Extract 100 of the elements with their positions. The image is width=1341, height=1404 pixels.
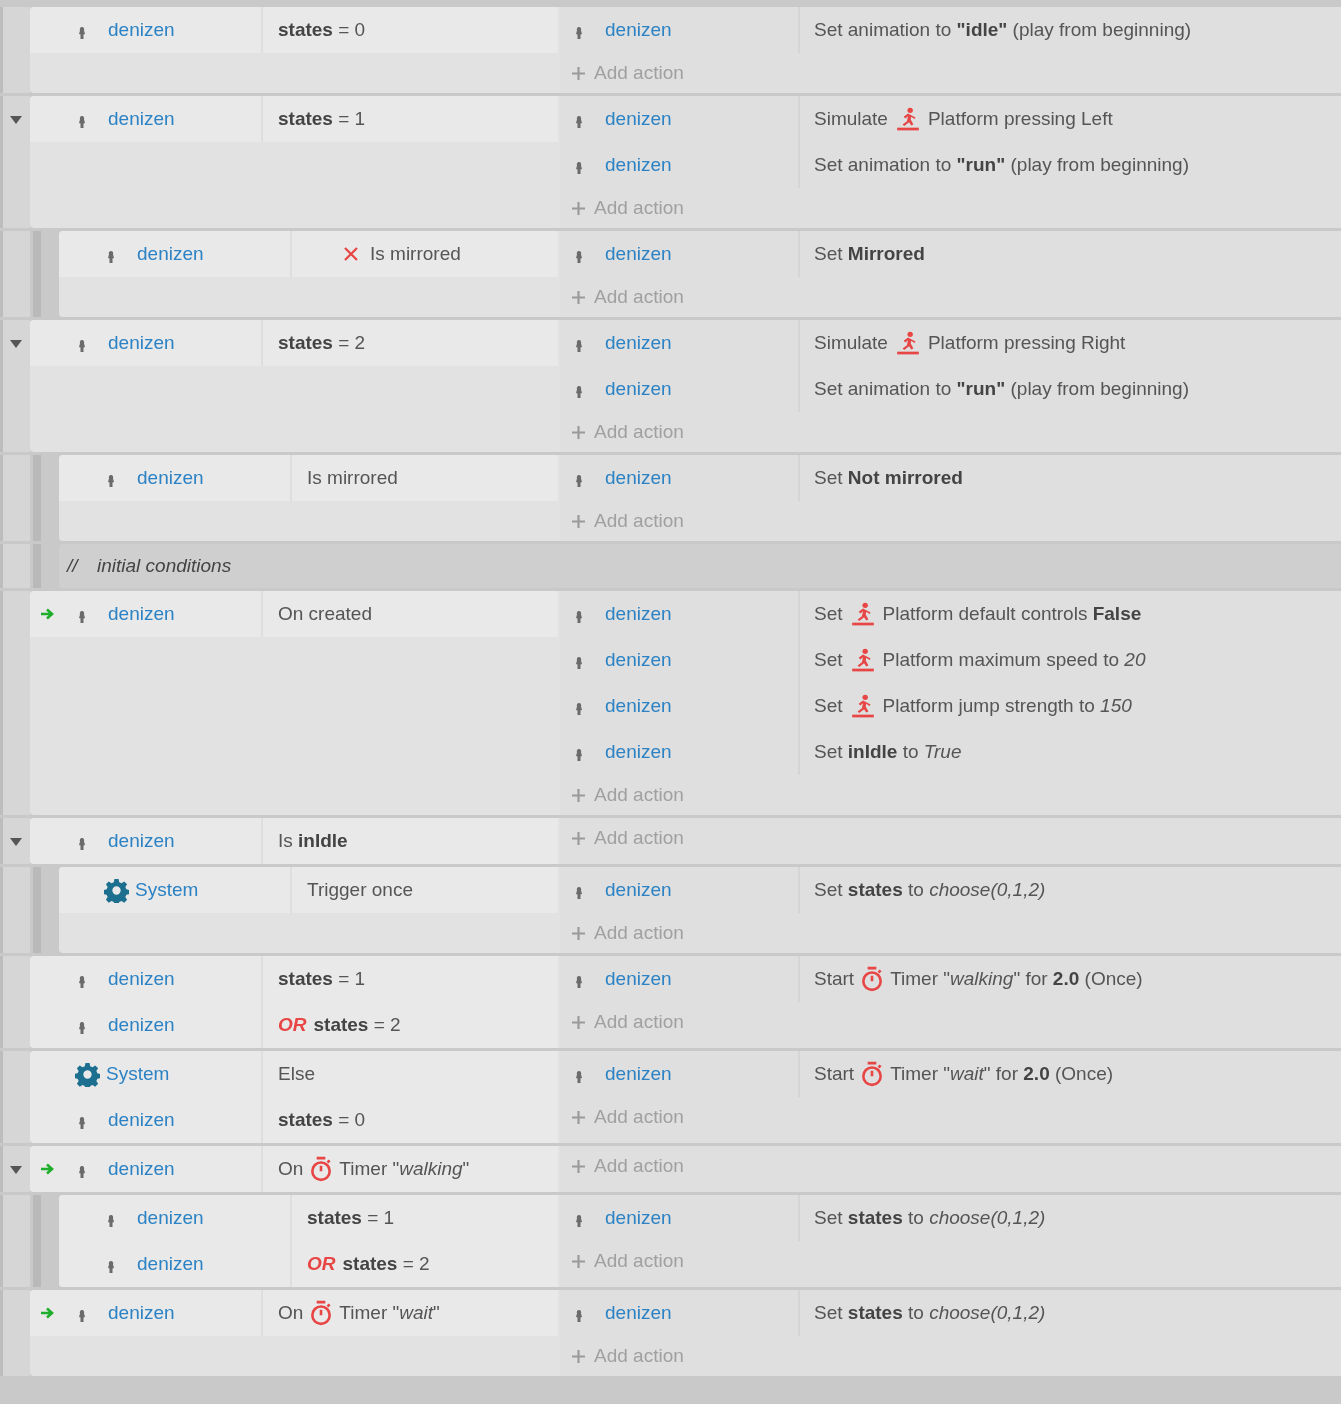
figure-icon xyxy=(78,25,86,40)
condition-row[interactable]: denizen On Timer "wait" xyxy=(30,1290,558,1336)
figure-icon xyxy=(575,1069,583,1084)
plus-icon xyxy=(572,66,585,80)
comment-row[interactable]: // initial conditions xyxy=(59,544,1341,588)
condition-text: states = 0 xyxy=(278,19,366,41)
condition-row[interactable]: denizen states = 1 xyxy=(59,1195,558,1241)
object-name: denizen xyxy=(137,1253,204,1275)
condition-row[interactable]: denizen On Timer "walking" xyxy=(30,1146,558,1192)
collapse-icon[interactable] xyxy=(10,114,22,126)
figure-icon xyxy=(575,384,583,399)
event-block[interactable]: denizen states = 0 denizen Set animation to "idle" (play from beginning) Add action xyxy=(30,7,1341,93)
event-block[interactable]: denizen Is mirrored denizen Set Mirrored Add action xyxy=(59,231,1341,317)
condition-row[interactable]: denizen Is mirrored xyxy=(59,231,558,277)
condition-text: states = 1 xyxy=(307,1207,395,1229)
or-keyword: OR xyxy=(307,1253,336,1275)
stopwatch-icon xyxy=(310,1156,333,1182)
object-name: System xyxy=(135,879,199,901)
condition-text: states = 2 xyxy=(342,1253,430,1275)
event-block[interactable]: System Trigger once denizen Set states to choose(0,1,2) Add action xyxy=(59,867,1341,953)
condition-row[interactable]: denizen states = 0 xyxy=(30,7,558,53)
event-block[interactable]: denizen On Timer "wait" denizen Set states to choose(0,1,2) Add action xyxy=(30,1290,1341,1376)
figure-icon xyxy=(575,701,583,716)
action-text: Timer "wait" for 2.0 (Once) xyxy=(890,1063,1114,1085)
figure-icon xyxy=(575,338,583,353)
object-name: denizen xyxy=(108,603,175,625)
condition-row[interactable]: denizen states = 1 xyxy=(30,956,558,1002)
gear-icon xyxy=(75,1061,100,1087)
stopwatch-icon xyxy=(861,1061,884,1087)
event-block[interactable]: denizen On Timer "walking" Add action xyxy=(30,1146,1341,1192)
plus-icon xyxy=(572,1110,585,1124)
object-name: denizen xyxy=(605,968,672,990)
runner-icon xyxy=(849,693,876,719)
figure-icon xyxy=(575,655,583,670)
figure-icon xyxy=(575,25,583,40)
object-name: denizen xyxy=(605,879,672,901)
collapse-icon[interactable] xyxy=(10,836,22,848)
object-name: denizen xyxy=(108,1158,175,1180)
stopwatch-icon xyxy=(861,966,884,992)
event-block[interactable]: denizen states = 1 denizen Simulate Platform pressing Left denizen Set animation to "run" (play from beginning) Add action xyxy=(30,96,1341,228)
figure-icon xyxy=(78,1020,86,1035)
figure-icon xyxy=(575,974,583,989)
object-name: denizen xyxy=(137,467,204,489)
figure-icon xyxy=(575,1308,583,1323)
object-name: denizen xyxy=(605,378,672,400)
plus-icon xyxy=(572,514,585,528)
figure-icon xyxy=(107,249,115,264)
object-name: denizen xyxy=(108,332,175,354)
action-text: Start xyxy=(814,968,855,990)
object-name: denizen xyxy=(137,243,204,265)
runner-icon xyxy=(849,601,876,627)
event-block[interactable]: denizen states = 1 denizen OR states = 2 denizen Set states to choose(0,1,2) Add action xyxy=(59,1195,1341,1287)
event-block[interactable]: denizen states = 2 denizen Simulate Platform pressing Right denizen Set animation to "run" (play from beginning) Add action xyxy=(30,320,1341,452)
event-block[interactable]: System Else denizen states = 0 denizen Start Timer "wait" for 2.0 (Once) Add action xyxy=(30,1051,1341,1143)
action-text: Timer "walking" for 2.0 (Once) xyxy=(890,968,1143,990)
condition-row[interactable]: denizen OR states = 2 xyxy=(59,1241,558,1287)
figure-icon xyxy=(575,1213,583,1228)
condition-row[interactable]: denizen On created xyxy=(30,591,558,637)
condition-row[interactable]: denizen Is inIdle xyxy=(30,818,558,864)
action-text: Set xyxy=(814,649,843,671)
figure-icon xyxy=(575,114,583,129)
condition-text: Else xyxy=(278,1063,315,1085)
condition-row[interactable]: denizen states = 1 xyxy=(30,96,558,142)
action-text: Set states to choose(0,1,2) xyxy=(814,1207,1046,1229)
figure-icon xyxy=(78,114,86,129)
condition-row[interactable]: System Else xyxy=(30,1051,558,1097)
condition-text: On created xyxy=(278,603,372,625)
object-name: denizen xyxy=(605,243,672,265)
action-text: Platform pressing Left xyxy=(927,108,1113,130)
figure-icon xyxy=(575,249,583,264)
or-keyword: OR xyxy=(278,1014,307,1036)
figure-icon xyxy=(575,747,583,762)
object-name: System xyxy=(106,1063,170,1085)
condition-row[interactable]: denizen OR states = 2 xyxy=(30,1002,558,1048)
event-block[interactable]: denizen On created denizen Set Platform default controls False denizen Set Platform maximum speed to 20 denizen Set Platform jump strength to 150 denizen Set inIdle to True Add action xyxy=(30,591,1341,815)
condition-row[interactable]: denizen states = 2 xyxy=(30,320,558,366)
object-name: denizen xyxy=(108,1302,175,1324)
figure-icon xyxy=(575,473,583,488)
condition-row[interactable]: System Trigger once xyxy=(59,867,558,913)
collapse-icon[interactable] xyxy=(10,1164,22,1176)
object-name: denizen xyxy=(605,332,672,354)
collapse-icon[interactable] xyxy=(10,338,22,350)
event-block[interactable]: denizen Is inIdle Add action xyxy=(30,818,1341,864)
figure-icon xyxy=(78,836,86,851)
runner-icon xyxy=(894,106,921,132)
figure-icon xyxy=(575,885,583,900)
condition-text: Timer "wait" xyxy=(339,1302,440,1324)
condition-text: states = 1 xyxy=(278,108,366,130)
figure-icon xyxy=(78,338,86,353)
plus-icon xyxy=(572,788,585,802)
object-name: denizen xyxy=(605,695,672,717)
event-block[interactable]: denizen states = 1 denizen OR states = 2 denizen Start Timer "walking" for 2.0 (Once) Add action xyxy=(30,956,1341,1048)
object-name: denizen xyxy=(605,108,672,130)
condition-text: Trigger once xyxy=(307,879,413,901)
event-block[interactable]: denizen Is mirrored denizen Set Not mirrored Add action xyxy=(59,455,1341,541)
condition-row[interactable]: denizen states = 0 xyxy=(30,1097,558,1143)
condition-row[interactable]: denizen Is mirrored xyxy=(59,455,558,501)
object-name: denizen xyxy=(605,741,672,763)
comment-marker: // xyxy=(67,555,80,577)
object-name: denizen xyxy=(605,649,672,671)
